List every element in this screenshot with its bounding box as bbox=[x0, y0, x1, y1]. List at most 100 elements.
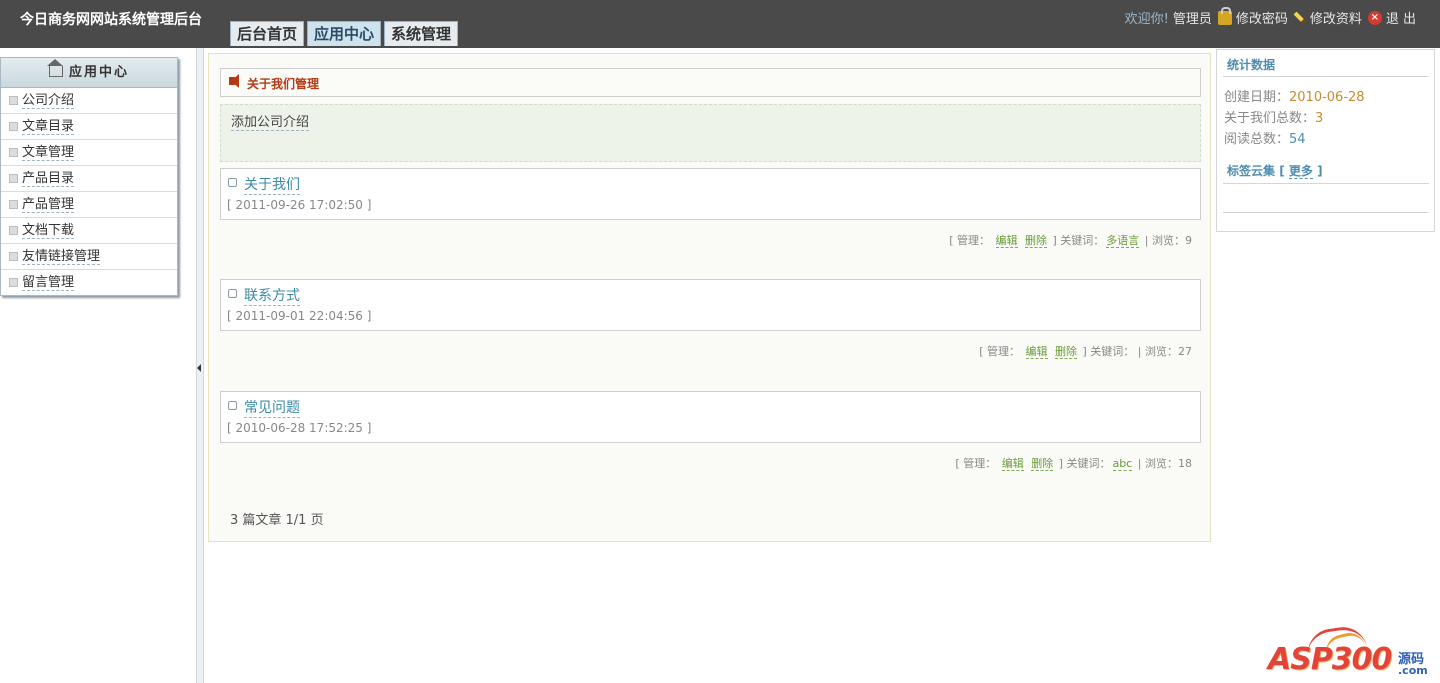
sidebar-item-label: 公司介绍 bbox=[22, 93, 75, 109]
divider bbox=[1223, 183, 1429, 184]
delete-link[interactable]: 删除 bbox=[1055, 345, 1077, 359]
keyword-label: ] 关键词： bbox=[1058, 457, 1111, 470]
edit-profile-link[interactable]: 修改资料 bbox=[1310, 8, 1362, 27]
edit-link[interactable]: 编辑 bbox=[1025, 345, 1048, 359]
tag-cloud-header: 标签云集 [ 更多 ] bbox=[1227, 162, 1323, 179]
add-box: 添加公司介绍 bbox=[220, 104, 1201, 162]
tab-system-management[interactable]: 系统管理 bbox=[384, 21, 459, 46]
article-date: [ 2010-06-28 17:52:25 ] bbox=[227, 421, 372, 435]
sidebar-item-label: 产品目录 bbox=[22, 171, 75, 187]
total-count-row: 关于我们总数：3 bbox=[1224, 107, 1323, 126]
username-link[interactable]: 管理员 bbox=[1173, 8, 1212, 27]
bullet-icon bbox=[9, 122, 18, 131]
sidebar-item-label: 产品管理 bbox=[22, 197, 75, 213]
keyword-label: ] 关键词： bbox=[1052, 234, 1105, 247]
read-count-value: 54 bbox=[1289, 132, 1306, 147]
logo-brand: ASP300 bbox=[1268, 642, 1392, 677]
article-date: [ 2011-09-26 17:02:50 ] bbox=[227, 198, 372, 212]
sidebar-header: 应用中心 bbox=[1, 58, 177, 88]
add-company-intro-link[interactable]: 添加公司介绍 bbox=[231, 111, 310, 131]
edit-link[interactable]: 编辑 bbox=[995, 234, 1018, 248]
manage-label: [ 管理： bbox=[979, 345, 1020, 358]
bullet-icon bbox=[228, 289, 237, 298]
sidebar-item-article-catalog[interactable]: 文章目录 bbox=[1, 114, 177, 140]
sidebar-item-label: 友情链接管理 bbox=[22, 249, 101, 265]
article-card: 关于我们 [ 2011-09-26 17:02:50 ] bbox=[220, 168, 1201, 220]
sidebar-item-label: 文章管理 bbox=[22, 145, 75, 161]
pagination-info: 3 篇文章 1/1 页 bbox=[230, 513, 324, 528]
read-count-label: 阅读总数： bbox=[1224, 132, 1290, 147]
more-tags-link[interactable]: 更多 bbox=[1288, 164, 1313, 179]
keyword-link[interactable]: abc bbox=[1112, 457, 1133, 471]
views-count: | 浏览：9 bbox=[1144, 234, 1192, 247]
bullet-icon bbox=[9, 96, 18, 105]
edit-link[interactable]: 编辑 bbox=[1001, 457, 1024, 471]
article-title-link[interactable]: 联系方式 bbox=[244, 285, 300, 306]
lock-icon bbox=[1217, 6, 1232, 25]
article-meta: [ 管理： 编辑 删除 ] 关键词： 多语言 | 浏览：9 bbox=[949, 232, 1192, 248]
article-title-link[interactable]: 常见问题 bbox=[244, 397, 300, 418]
sidebar-item-product-management[interactable]: 产品管理 bbox=[1, 192, 177, 218]
close-icon: × bbox=[1367, 10, 1382, 25]
created-date-value: 2010-06-28 bbox=[1289, 90, 1365, 105]
created-date-row: 创建日期：2010-06-28 bbox=[1224, 86, 1365, 105]
delete-link[interactable]: 删除 bbox=[1025, 234, 1047, 248]
section-header: 关于我们管理 bbox=[220, 68, 1201, 97]
article-title-link[interactable]: 关于我们 bbox=[244, 174, 300, 195]
bullet-icon bbox=[9, 252, 18, 261]
welcome-text: 欢迎你! bbox=[1124, 12, 1169, 27]
article-card: 联系方式 [ 2011-09-01 22:04:56 ] bbox=[220, 279, 1201, 331]
bullet-icon bbox=[9, 278, 18, 287]
stats-panel: 统计数据 创建日期：2010-06-28 关于我们总数：3 阅读总数：54 标签… bbox=[1216, 49, 1435, 232]
pencil-icon bbox=[1293, 11, 1307, 24]
bracket-close: ] bbox=[1317, 164, 1323, 178]
site-title: 今日商务网网站系统管理后台 bbox=[20, 12, 202, 28]
sidebar-item-guestbook[interactable]: 留言管理 bbox=[1, 270, 177, 295]
sidebar-item-product-catalog[interactable]: 产品目录 bbox=[1, 166, 177, 192]
sidebar-item-company-intro[interactable]: 公司介绍 bbox=[1, 88, 177, 114]
sidebar-item-label: 留言管理 bbox=[22, 275, 75, 291]
sidebar-title: 应用中心 bbox=[68, 65, 129, 80]
sidebar-item-friend-links[interactable]: 友情链接管理 bbox=[1, 244, 177, 270]
tab-admin-home[interactable]: 后台首页 bbox=[230, 21, 305, 46]
bullet-icon bbox=[9, 174, 18, 183]
tab-app-center[interactable]: 应用中心 bbox=[307, 21, 382, 46]
views-count: | 浏览：18 bbox=[1137, 457, 1192, 470]
total-count-label: 关于我们总数： bbox=[1224, 111, 1316, 126]
speaker-icon bbox=[229, 74, 239, 88]
section-title: 关于我们管理 bbox=[247, 77, 320, 91]
divider bbox=[1223, 212, 1429, 213]
change-password-link[interactable]: 修改密码 bbox=[1236, 8, 1288, 27]
sidebar-item-article-management[interactable]: 文章管理 bbox=[1, 140, 177, 166]
created-date-label: 创建日期： bbox=[1224, 90, 1290, 105]
bracket-open: [ bbox=[1279, 164, 1285, 178]
article-meta: [ 管理： 编辑 删除 ] 关键词： | 浏览：27 bbox=[979, 343, 1192, 359]
bullet-icon bbox=[9, 200, 18, 209]
keyword-label: ] 关键词： bbox=[1082, 345, 1135, 358]
collapse-arrow-icon[interactable] bbox=[197, 364, 201, 372]
manage-label: [ 管理： bbox=[955, 457, 997, 470]
sidebar-item-label: 文档下载 bbox=[22, 223, 75, 239]
manage-label: [ 管理： bbox=[949, 234, 990, 247]
views-count: | 浏览：27 bbox=[1137, 345, 1192, 358]
article-meta: [ 管理： 编辑 删除 ] 关键词： abc | 浏览：18 bbox=[955, 455, 1192, 471]
watermark-logo: ASP300 源码 .com bbox=[1266, 623, 1436, 680]
bullet-icon bbox=[9, 148, 18, 157]
main-nav: 后台首页 应用中心 系统管理 bbox=[230, 21, 461, 46]
keyword-link[interactable]: 多语言 bbox=[1106, 234, 1140, 248]
tag-cloud-title: 标签云集 bbox=[1227, 164, 1276, 178]
logo-com: .com bbox=[1398, 664, 1428, 677]
total-count-value: 3 bbox=[1315, 111, 1324, 126]
home-icon bbox=[46, 59, 63, 77]
sidebar-splitter[interactable] bbox=[196, 48, 204, 683]
user-links: 欢迎你! 管理员 修改密码 修改资料 × 退 出 bbox=[1124, 6, 1416, 27]
main-panel: 关于我们管理 添加公司介绍 关于我们 [ 2011-09-26 17:02:50… bbox=[208, 53, 1211, 542]
stats-title: 统计数据 bbox=[1227, 58, 1276, 72]
bullet-icon bbox=[228, 401, 237, 410]
logout-link[interactable]: 退 出 bbox=[1386, 8, 1416, 27]
read-count-row: 阅读总数：54 bbox=[1224, 128, 1306, 147]
article-date: [ 2011-09-01 22:04:56 ] bbox=[227, 309, 372, 323]
delete-link[interactable]: 删除 bbox=[1031, 457, 1054, 471]
sidebar-item-downloads[interactable]: 文档下载 bbox=[1, 218, 177, 244]
bullet-icon bbox=[228, 178, 237, 187]
